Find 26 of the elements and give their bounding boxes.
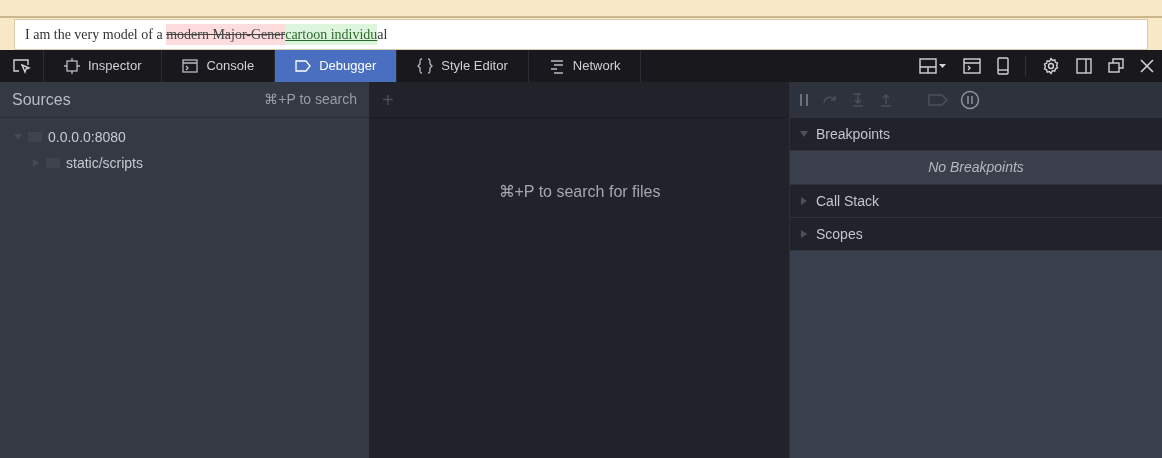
- tree-item[interactable]: static/scripts: [0, 150, 369, 176]
- section-header[interactable]: Breakpoints: [790, 118, 1162, 151]
- layout-dropdown-icon[interactable]: [919, 58, 947, 74]
- close-icon[interactable]: [1140, 59, 1154, 73]
- section-header[interactable]: Scopes: [790, 218, 1162, 251]
- empty-message: No Breakpoints: [928, 158, 1024, 177]
- dock-side-icon[interactable]: [1076, 58, 1092, 74]
- lines-icon: [548, 58, 565, 74]
- settings-icon[interactable]: [1042, 57, 1060, 75]
- search-files-hint: ⌘+P to search for files: [498, 182, 661, 202]
- separate-window-icon[interactable]: [1108, 58, 1124, 74]
- tab[interactable]: Debugger: [275, 50, 398, 82]
- element-picker-icon: [11, 58, 32, 74]
- tree-item[interactable]: 0.0.0.0:8080: [0, 124, 369, 150]
- pause-on-exceptions-icon[interactable]: [960, 90, 980, 110]
- search-shortcut-hint: ⌘+P to search: [264, 90, 357, 109]
- pause-icon[interactable]: [798, 93, 810, 107]
- console-icon: [182, 58, 199, 74]
- braces-icon: [417, 58, 434, 74]
- text-editor[interactable]: I am the very model of a modern Major-Genercartoon individual: [14, 19, 1148, 50]
- inspector-icon: [64, 58, 80, 74]
- console-icon[interactable]: [963, 58, 981, 74]
- phone-icon[interactable]: [997, 57, 1009, 75]
- panel-title: Sources: [12, 89, 71, 110]
- tag-icon: [295, 58, 312, 74]
- section-header[interactable]: Call Stack: [790, 185, 1162, 218]
